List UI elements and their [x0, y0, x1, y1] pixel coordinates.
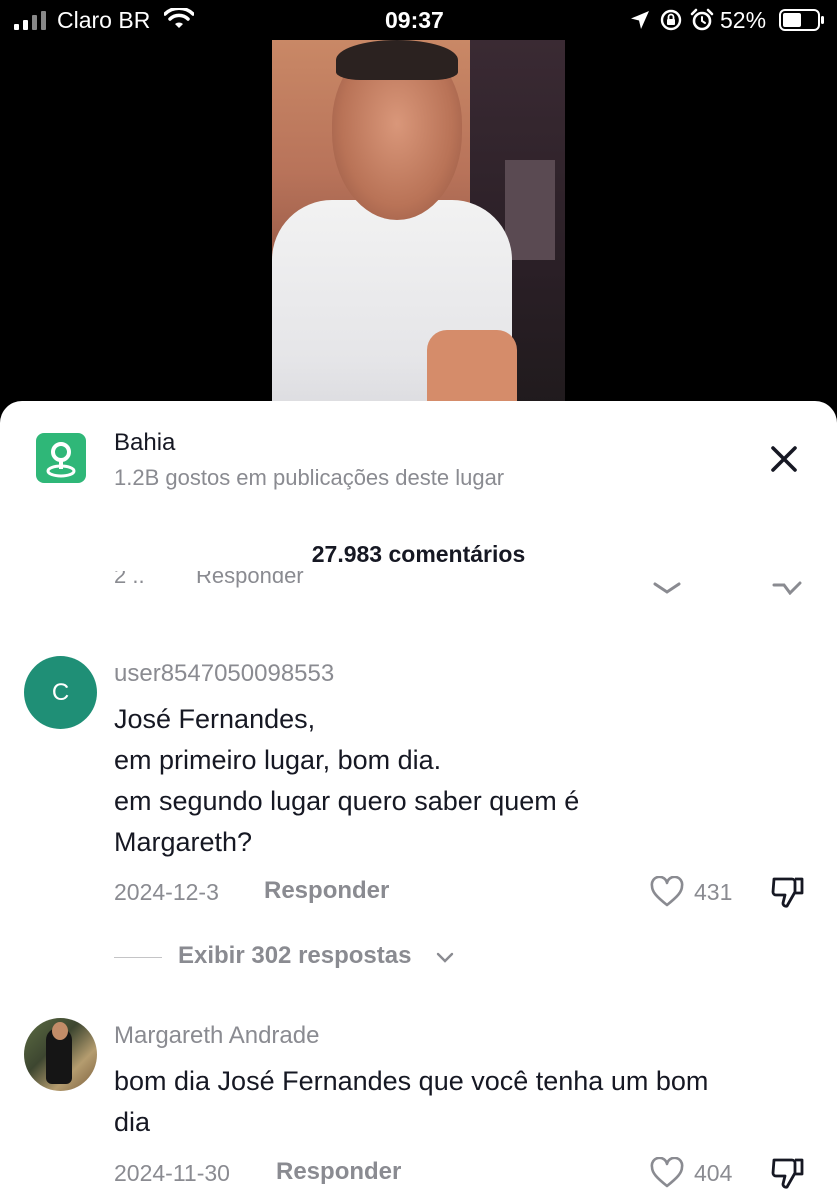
chevron-down-icon: [436, 952, 454, 963]
view-replies-button[interactable]: Exibir 302 respostas: [114, 940, 614, 976]
status-bar: Claro BR 09:37 52%: [0, 0, 837, 40]
comment-username[interactable]: user8547050098553: [114, 660, 334, 688]
chevron-down-icon: [653, 582, 681, 594]
avatar-letter: C: [51, 678, 70, 706]
wifi-icon: [164, 8, 194, 28]
heart-icon[interactable]: [650, 1157, 684, 1189]
like-count: 431: [694, 879, 733, 905]
battery-percent: 52%: [720, 7, 767, 33]
dislike-icon[interactable]: [770, 875, 806, 909]
video-shelf: [505, 160, 555, 260]
comment-date: 2024-12-3: [114, 879, 219, 905]
video-preview[interactable]: [272, 40, 565, 420]
reply-button[interactable]: Responder: [264, 877, 389, 905]
divider-line: [114, 957, 162, 958]
partially-hidden-comment-footer: 2 .. Responder: [0, 571, 837, 609]
comment-username[interactable]: Margareth Andrade: [114, 1022, 319, 1050]
place-name[interactable]: Bahia: [114, 429, 175, 457]
avatar[interactable]: C: [24, 656, 97, 729]
carrier-label: Claro BR: [57, 7, 151, 33]
signal-icon: [14, 11, 46, 30]
orientation-lock-icon: [660, 9, 682, 31]
comment-text: José Fernandes, em primeiro lugar, bom d…: [114, 704, 580, 857]
location-arrow-icon: [631, 11, 649, 29]
partial-reply: Responder: [196, 571, 304, 588]
like-count: 404: [694, 1160, 733, 1186]
close-icon[interactable]: [764, 439, 804, 479]
video-person-hair: [336, 40, 458, 80]
clock-time: 09:37: [385, 7, 444, 33]
battery-icon: [779, 9, 824, 31]
comment-text: bom dia José Fernandes que você tenha um…: [114, 1066, 709, 1137]
avatar[interactable]: [24, 1018, 97, 1091]
comment-date: 2024-11-30: [114, 1160, 230, 1186]
location-pin-icon[interactable]: [36, 433, 86, 483]
avatar-face: [52, 1022, 68, 1040]
partial-date: 2 ..: [114, 571, 145, 588]
heart-icon[interactable]: [650, 876, 684, 908]
place-subtitle: 1.2B gostos em publicações deste lugar: [114, 465, 505, 490]
dislike-icon: [772, 581, 802, 595]
dislike-icon[interactable]: [770, 1156, 806, 1190]
comments-sheet: Bahia 1.2B gostos em publicações deste l…: [0, 401, 837, 1200]
comments-count: 27.983 comentários: [311, 541, 526, 567]
view-replies-label: Exibir 302 respostas: [178, 942, 412, 969]
reply-button[interactable]: Responder: [276, 1158, 401, 1186]
alarm-icon: [690, 8, 714, 31]
